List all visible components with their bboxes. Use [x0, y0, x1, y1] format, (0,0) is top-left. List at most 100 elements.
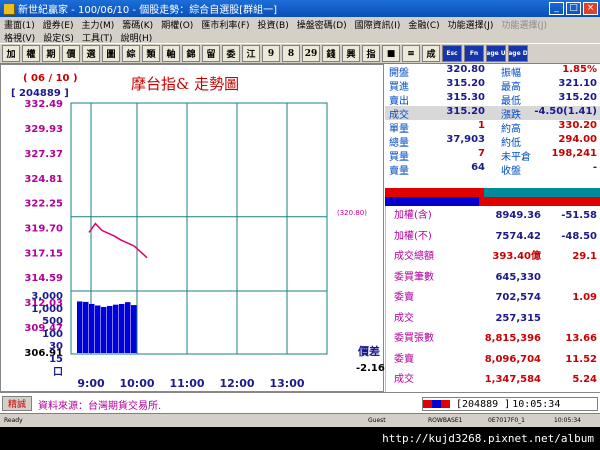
- toolbar-button[interactable]: 價: [62, 45, 80, 62]
- volume-bar: [89, 303, 95, 353]
- toolbar-button[interactable]: 9: [262, 45, 280, 62]
- menu-item[interactable]: 匯市利率(F): [197, 18, 253, 31]
- quote-label: 最低: [501, 96, 521, 107]
- menu-item[interactable]: 主力(M): [77, 18, 118, 31]
- toolbar-button[interactable]: 綜: [122, 45, 140, 62]
- quote-value: -: [592, 162, 597, 173]
- index-value: 702,574: [495, 292, 541, 303]
- status-code: [204889 ]: [456, 398, 511, 410]
- watermark-bar: http://kujd3268.pixnet.net/album: [0, 427, 600, 450]
- toolbar-button[interactable]: 類: [142, 45, 160, 62]
- volume-tick-label: 口: [53, 367, 63, 378]
- toolbar-button[interactable]: 期: [42, 45, 60, 62]
- status-version: 0E7017F0_1: [488, 417, 525, 424]
- index-value: 8,815,396: [484, 333, 541, 344]
- volume-tick-label: 1,000: [31, 304, 63, 315]
- toolbar-button[interactable]: 錢: [322, 45, 340, 62]
- quote-label: 約低: [501, 138, 521, 149]
- status-color-red-2: [441, 400, 450, 408]
- toolbar-button[interactable]: ≡: [402, 45, 420, 62]
- quote-row: 開盤 320.80 振幅 1.85%: [385, 64, 600, 79]
- menu-item[interactable]: 期權(O): [157, 18, 197, 31]
- menu-item[interactable]: 功能選擇(J): [444, 18, 498, 31]
- quote-label: 總量: [389, 138, 409, 149]
- menu-item[interactable]: 畫面(1): [0, 18, 39, 31]
- quote-value: 315.20: [446, 78, 485, 89]
- index-label: 委買筆數: [394, 271, 434, 283]
- toolbar-button[interactable]: 江: [242, 45, 260, 62]
- volume-tick-label: 30: [49, 341, 63, 352]
- index-value: 257,315: [495, 312, 541, 324]
- quote-value: 7: [478, 148, 485, 159]
- toolbar-button[interactable]: 軸: [162, 45, 180, 62]
- toolbar-button[interactable]: Fn: [464, 45, 484, 62]
- ask-bar: [484, 188, 600, 197]
- title-bar: 新世紀贏家 - 100/06/10 - 個股走勢：綜合自選股[群組一] _ □ …: [0, 0, 600, 17]
- status-ready: Ready: [4, 417, 23, 424]
- index-change: -51.58: [561, 210, 597, 221]
- y-tick-label: 322.25: [24, 199, 63, 210]
- quote-value: 1.85%: [562, 64, 597, 75]
- index-label: 加權(含): [394, 210, 432, 221]
- index-change: -48.50: [561, 230, 597, 242]
- toolbar-button[interactable]: 委: [222, 45, 240, 62]
- toolbar-button[interactable]: 選: [82, 45, 100, 62]
- volume-tick-label: 500: [42, 316, 63, 327]
- index-value: 8,096,704: [484, 353, 541, 365]
- volume-bar: [95, 305, 101, 353]
- spread-label: 價差: [357, 344, 380, 358]
- toolbar-button[interactable]: 成: [422, 45, 440, 62]
- menu-bar-secondary: 格視(V) 設定(S) 工具(T) 說明(H): [0, 32, 600, 44]
- price-line: [88, 222, 148, 259]
- window-status-bar: Ready Guest ROWBASE1 0E7017F0_1 10:05:34: [0, 413, 600, 427]
- toolbar-button[interactable]: Esc: [442, 45, 462, 62]
- menu-item[interactable]: 證券(E): [39, 18, 78, 31]
- quote-label: 未平倉: [501, 152, 531, 163]
- quote-label: 單量: [389, 124, 409, 135]
- toolbar-button[interactable]: 指: [362, 45, 380, 62]
- menu-item[interactable]: 投資(B): [254, 18, 293, 31]
- toolbar-button[interactable]: 留: [202, 45, 220, 62]
- toolbar-button[interactable]: 29: [302, 45, 320, 62]
- chart-date-label: ( 06 / 10 ): [23, 73, 78, 84]
- toolbar-button[interactable]: 加: [2, 45, 20, 62]
- y-tick-label: 317.15: [24, 248, 63, 259]
- chart-title: 摩台指& 走勢圖: [131, 75, 239, 93]
- quote-row: 賣量 64 收盤 -: [385, 162, 600, 177]
- toolbar-button[interactable]: 8: [282, 45, 300, 62]
- jingcheng-button[interactable]: 精誠: [2, 396, 32, 411]
- toolbar-button[interactable]: 興: [342, 45, 360, 62]
- quote-value: 294.00: [558, 134, 597, 145]
- spread-value: -2.16: [356, 363, 385, 374]
- y-tick-label: 324.81: [24, 174, 63, 185]
- status-line: 精誠 資料來源：台灣期貨交易所. [204889 ] 10:05:34: [0, 392, 600, 413]
- window-title: 新世紀贏家 - 100/06/10 - 個股走勢：綜合自選股[群組一]: [18, 5, 278, 16]
- quote-panel: 開盤 320.80 振幅 1.85% 買進 315.20 最高 321.10 賣出 315.30 最…: [385, 64, 600, 188]
- quote-value: 320.80: [446, 64, 485, 75]
- volume-bar: [101, 306, 107, 353]
- quote-value: 315.30: [446, 92, 485, 103]
- volume-tick-label: 3,000: [31, 291, 63, 302]
- quote-label: 買進: [389, 82, 409, 93]
- index-change: 29.1: [572, 251, 597, 262]
- toolbar-button[interactable]: 圖: [102, 45, 120, 62]
- status-clock: 10:05:34: [554, 417, 581, 424]
- quote-label: 最高: [501, 82, 521, 93]
- minimize-button[interactable]: _: [549, 2, 564, 15]
- toolbar-button[interactable]: Page Dn: [508, 45, 528, 62]
- volume-bar: [107, 305, 113, 353]
- toolbar-button[interactable]: ■: [382, 45, 400, 62]
- maximize-button[interactable]: □: [566, 2, 581, 15]
- toolbar-button[interactable]: Page Up: [486, 45, 506, 62]
- x-tick-label: 13:00: [269, 377, 304, 390]
- menu-item[interactable]: 國際資訊(I): [351, 18, 405, 31]
- close-button[interactable]: ×: [583, 2, 598, 15]
- toolbar-button[interactable]: 權: [22, 45, 40, 62]
- menu-item[interactable]: 籌碼(K): [118, 18, 157, 31]
- menu-item[interactable]: 操盤密碼(D): [293, 18, 351, 31]
- menu-item[interactable]: 金融(C): [404, 18, 443, 31]
- y-tick-label: 319.70: [24, 224, 63, 235]
- index-change: 5.24: [572, 374, 597, 385]
- toolbar-button[interactable]: 錦: [182, 45, 200, 62]
- index-row: 成交 1,347,584 5.24: [386, 370, 600, 393]
